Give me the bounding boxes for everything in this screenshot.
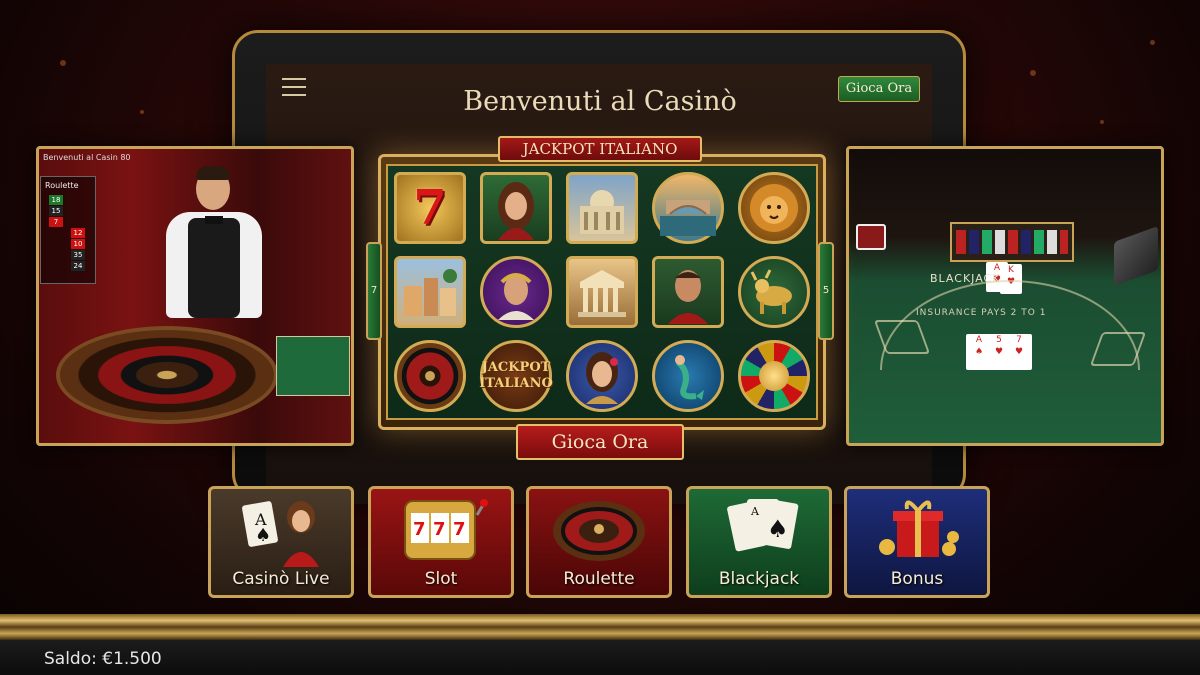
- history-number: 24: [71, 261, 85, 271]
- category-slot[interactable]: 7 7 7 Slot: [368, 486, 514, 598]
- bokeh-light: [1100, 120, 1104, 124]
- italian-village-icon: [394, 256, 466, 328]
- svg-text:7: 7: [413, 519, 426, 540]
- woman-portrait-icon: [480, 172, 552, 244]
- history-number: 7: [49, 217, 63, 227]
- category-roulette[interactable]: Roulette: [526, 486, 672, 598]
- golden-bull-icon: [738, 256, 810, 328]
- category-label: Casinò Live: [232, 569, 330, 589]
- woman-with-rose-icon: [566, 340, 638, 412]
- basilica-icon: [566, 172, 638, 244]
- category-blackjack[interactable]: A ♠ Blackjack: [686, 486, 832, 598]
- svg-text:A: A: [750, 505, 760, 518]
- history-number: 15: [49, 206, 63, 216]
- slot-play-button[interactable]: Gioca Ora: [516, 424, 684, 460]
- jackpot-symbol-text: JACKPOT ITALIANO: [479, 360, 553, 391]
- bokeh-light: [1150, 40, 1155, 45]
- slot-right-tab[interactable]: 5: [818, 242, 834, 340]
- roulette-icon: [529, 489, 669, 569]
- gift-icon: [847, 489, 987, 569]
- roulette-wheel-icon: [56, 326, 278, 424]
- roulette-history-list: Roulette 18 15 7 12 10 35 24: [40, 176, 96, 284]
- svg-text:7: 7: [453, 519, 466, 540]
- roulette-symbol-icon: [394, 340, 466, 412]
- slot-left-tab[interactable]: 7: [366, 242, 382, 340]
- category-label: Blackjack: [718, 569, 800, 589]
- jackpot-banner: JACKPOT ITALIANO: [498, 136, 702, 162]
- menu-icon[interactable]: [282, 78, 306, 98]
- chip-tray: [950, 222, 1074, 262]
- jackpot-italiano-symbol: JACKPOT ITALIANO: [479, 340, 553, 412]
- svg-text:♠: ♠: [255, 525, 271, 546]
- bokeh-light: [1030, 70, 1036, 76]
- svg-text:♠: ♠: [767, 515, 789, 543]
- gladiator-icon: [652, 256, 724, 328]
- history-number: 10: [71, 239, 85, 249]
- play-now-button[interactable]: Gioca Ora: [838, 76, 920, 102]
- history-number: 12: [71, 228, 85, 238]
- svg-text:7: 7: [433, 519, 446, 540]
- status-bar: [0, 640, 1200, 675]
- card-deck: [856, 224, 886, 250]
- live-header-text: Benvenuti al Casin 80: [43, 153, 131, 162]
- gold-divider: [0, 614, 1200, 640]
- parthenon-icon: [566, 256, 638, 328]
- category-bonus[interactable]: Bonus: [844, 486, 990, 598]
- category-casino-live[interactable]: A ♠ Casinò Live: [208, 486, 354, 598]
- live-dealer-icon: A ♠: [211, 489, 351, 569]
- category-label: Roulette: [563, 569, 635, 589]
- lion-icon: [738, 172, 810, 244]
- wheel-of-fortune-icon: [738, 340, 810, 412]
- dealer-figure: [160, 166, 268, 318]
- category-label: Bonus: [890, 569, 944, 589]
- bokeh-light: [140, 110, 144, 114]
- bokeh-light: [60, 60, 66, 66]
- balance-text: Saldo: €1.500: [44, 649, 162, 669]
- history-number: 35: [71, 250, 85, 260]
- page-title: Benvenuti al Casinò: [463, 86, 737, 117]
- seven-symbol-icon: 7: [394, 172, 466, 244]
- history-number: 18: [49, 195, 63, 205]
- cards-icon: A ♠: [689, 489, 829, 569]
- emperor-icon: [480, 256, 552, 328]
- mermaid-icon: [652, 340, 724, 412]
- roulette-history-title: Roulette: [45, 181, 79, 190]
- playing-card: 7 ♥: [1006, 334, 1032, 370]
- slot-machine-icon: 7 7 7: [371, 489, 511, 569]
- venice-bridge-icon: [652, 172, 724, 244]
- betting-board: [276, 336, 350, 396]
- category-label: Slot: [424, 569, 458, 589]
